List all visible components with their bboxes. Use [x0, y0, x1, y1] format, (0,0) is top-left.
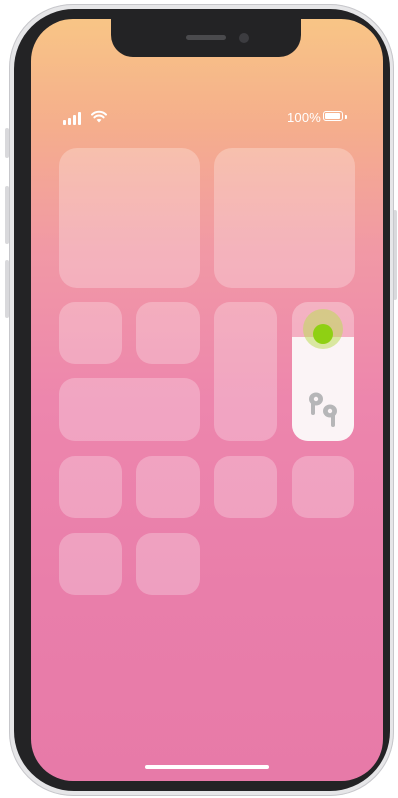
flashlight-button[interactable]: [59, 456, 122, 518]
wifi-icon: [91, 110, 107, 123]
front-camera: [239, 33, 249, 43]
do-not-disturb-toggle[interactable]: [136, 302, 200, 364]
timer-button[interactable]: [136, 456, 200, 518]
screen-mirroring-button[interactable]: [59, 378, 200, 441]
brightness-slider[interactable]: [214, 302, 277, 441]
low-power-mode-button[interactable]: [59, 533, 122, 595]
notch: [111, 19, 301, 57]
battery-icon: [323, 111, 343, 121]
airpods-icon: [309, 392, 337, 427]
camera-button[interactable]: [292, 456, 354, 518]
connectivity-module[interactable]: [59, 148, 200, 288]
now-playing-module[interactable]: [214, 148, 355, 288]
battery-nub: [345, 115, 347, 119]
battery-percentage: 100%: [287, 110, 322, 125]
wallet-button[interactable]: [136, 533, 200, 595]
touch-indicator: [313, 324, 333, 344]
home-indicator[interactable]: [145, 765, 269, 769]
screen: 100%: [31, 19, 383, 781]
orientation-lock-toggle[interactable]: [59, 302, 122, 364]
speaker-grille: [186, 35, 226, 40]
calculator-button[interactable]: [214, 456, 277, 518]
